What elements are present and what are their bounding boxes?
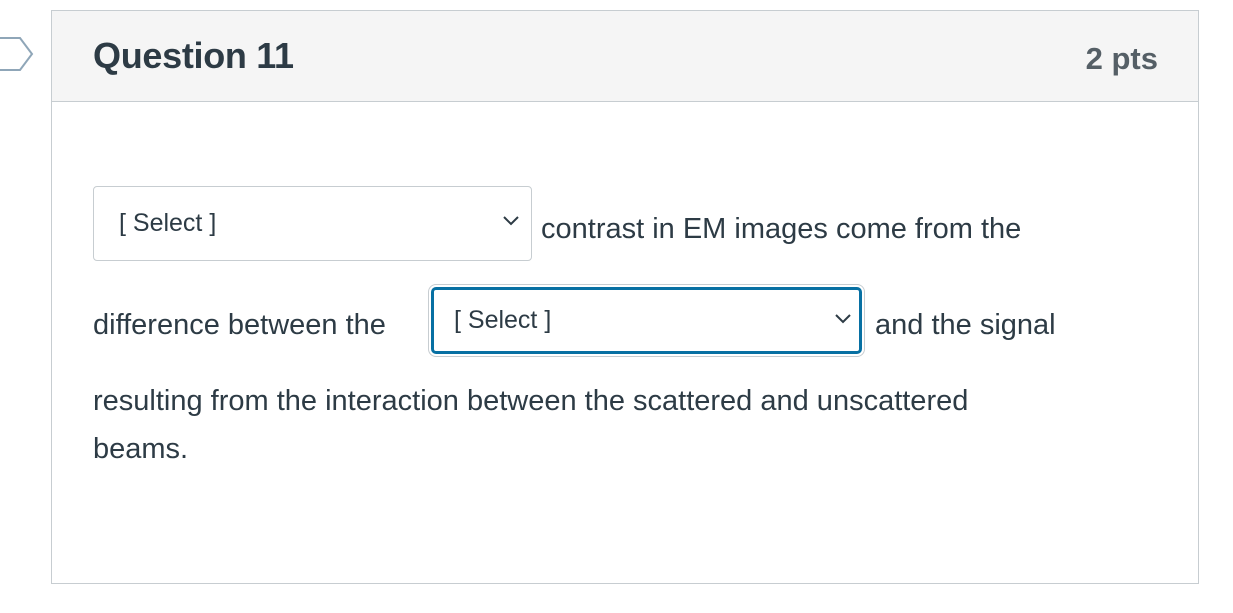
chevron-down-icon [835, 314, 851, 324]
answer-select-1[interactable]: [ Select ] [93, 186, 532, 261]
select-value: [ Select ] [119, 209, 217, 237]
question-title: Question 11 [93, 35, 294, 76]
flag-question-icon[interactable] [0, 37, 34, 71]
question-card: Question 11 2 pts [ Select ] contrast in… [51, 10, 1199, 584]
question-text-part-1: contrast in EM images come from the [541, 213, 1022, 245]
select-value: [ Select ] [454, 306, 552, 334]
question-text-part-4: resulting from the interaction between t… [93, 385, 969, 417]
chevron-down-icon [503, 216, 519, 226]
question-text-part-3: and the signal [875, 309, 1056, 341]
answer-select-2[interactable]: [ Select ] [431, 287, 862, 354]
question-text-part-5: beams. [93, 433, 189, 465]
question-points: 2 pts [1085, 41, 1158, 76]
question-text-part-2: difference between the [93, 309, 386, 341]
question-header: Question 11 2 pts [52, 11, 1198, 102]
